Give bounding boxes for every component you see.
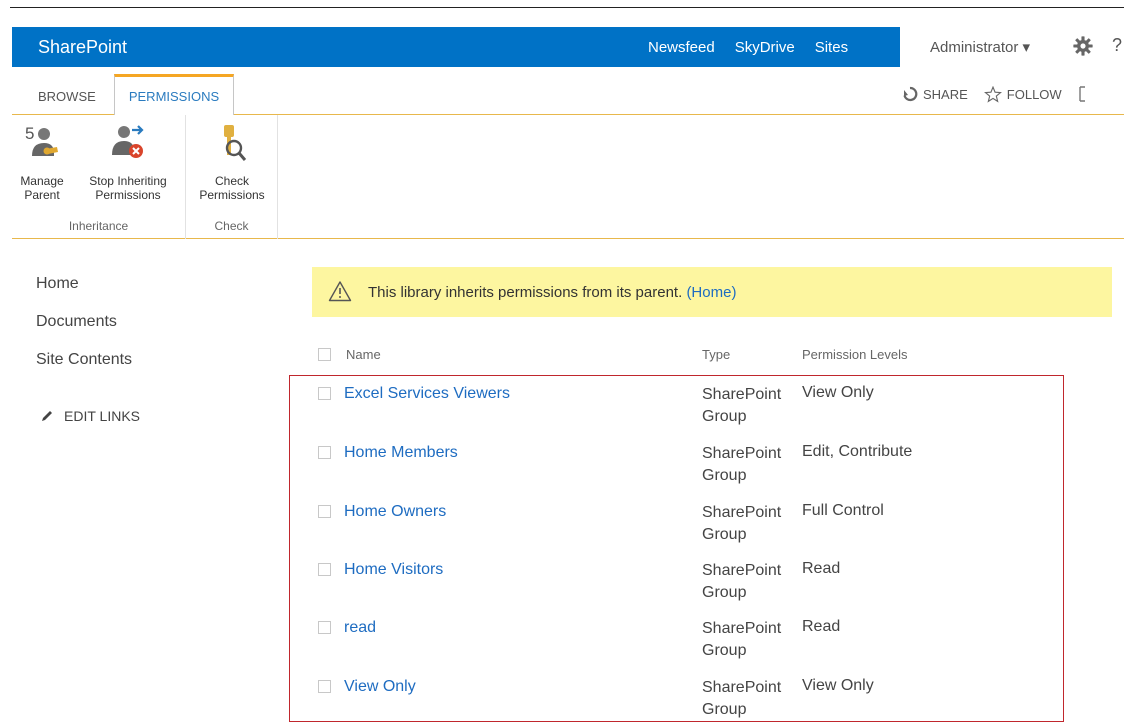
select-all-checkbox[interactable] (318, 348, 331, 361)
group-type-line2: Group (702, 526, 747, 543)
group-name-link[interactable]: read (344, 619, 376, 637)
group-name-link[interactable]: Home Owners (344, 503, 446, 521)
inheritance-warning-banner: This library inherits permissions from i… (312, 267, 1112, 317)
check-permissions-button[interactable]: Check Permissions (194, 121, 270, 202)
column-header-type[interactable]: Type (702, 347, 730, 362)
group-type-line2: Group (702, 642, 747, 659)
nav-item-home[interactable]: Home (36, 275, 132, 313)
banner-home-link[interactable]: (Home) (686, 284, 736, 301)
group-type: SharePoint Group (702, 618, 802, 662)
suite-link-skydrive[interactable]: SkyDrive (735, 39, 795, 56)
table-row: Excel Services Viewers SharePoint Group V… (0, 379, 1124, 437)
gear-icon[interactable] (1072, 35, 1094, 57)
suite-links: Newsfeed SkyDrive Sites (648, 27, 848, 67)
group-name-link[interactable]: Home Members (344, 444, 458, 462)
check-permissions-icon (224, 125, 247, 161)
group-type-line2: Group (702, 467, 747, 484)
stop-inheriting-label-1: Stop Inheriting (89, 174, 167, 188)
table-row: Home Owners SharePoint Group Full Control (0, 497, 1124, 555)
tab-permissions[interactable]: PERMISSIONS (114, 74, 234, 116)
suite-bar: SharePoint Newsfeed SkyDrive Sites Admin… (12, 27, 1124, 67)
check-permissions-label-1: Check (214, 174, 249, 188)
manage-parent-icon: 5 (25, 124, 58, 156)
follow-button[interactable]: FOLLOW (1007, 87, 1062, 102)
group-type: SharePoint Group (702, 502, 802, 546)
row-checkbox[interactable] (318, 505, 331, 518)
ribbon-group-label-check: Check (214, 219, 249, 233)
ribbon: 5 Manage Parent Stop Inheriting Permissi… (12, 115, 1124, 239)
stop-inheriting-button[interactable]: Stop Inheriting Permissions (74, 121, 182, 202)
user-area: Administrator ▾ ? (900, 27, 1124, 67)
group-type: SharePoint Group (702, 384, 802, 428)
permission-level: View Only (802, 677, 874, 694)
top-divider (10, 7, 1124, 8)
stop-inheriting-label-2: Permissions (95, 188, 161, 202)
tab-browse[interactable]: BROWSE (38, 79, 96, 115)
group-name-link[interactable]: Home Visitors (344, 561, 443, 579)
manage-parent-label-2: Parent (24, 188, 60, 202)
group-type-line1: SharePoint (702, 620, 782, 637)
group-type-line2: Group (702, 701, 747, 718)
check-permissions-label-2: Permissions (199, 188, 265, 202)
banner-message-wrap: This library inherits permissions from i… (368, 284, 736, 301)
stop-inheriting-icon (112, 125, 144, 158)
group-type: SharePoint Group (702, 560, 802, 604)
star-icon (983, 85, 1002, 103)
user-menu[interactable]: Administrator ▾ (930, 38, 1030, 56)
brand-logo[interactable]: SharePoint (38, 37, 127, 58)
ribbon-group-check: Check Permissions Check (186, 115, 278, 239)
banner-message: This library inherits permissions from i… (368, 284, 683, 301)
group-name-link[interactable]: View Only (344, 678, 416, 696)
group-name-link[interactable]: Excel Services Viewers (344, 385, 510, 403)
suite-link-sites[interactable]: Sites (815, 39, 848, 56)
suite-link-newsfeed[interactable]: Newsfeed (648, 39, 715, 56)
group-type: SharePoint Group (702, 443, 802, 487)
row-checkbox[interactable] (318, 387, 331, 400)
group-type-line2: Group (702, 408, 747, 425)
group-type-line1: SharePoint (702, 679, 782, 696)
manage-parent-button[interactable]: 5 Manage Parent (14, 121, 70, 202)
row-checkbox[interactable] (318, 621, 331, 634)
ribbon-tabs: BROWSE PERMISSIONS SHARE FOLLOW (12, 67, 1124, 116)
group-type-line1: SharePoint (702, 504, 782, 521)
ribbon-group-label-inheritance: Inheritance (68, 219, 129, 233)
svg-text:5: 5 (25, 124, 34, 143)
permission-level: Edit, Contribute (802, 443, 913, 460)
group-type-line2: Group (702, 584, 747, 601)
nav-item-documents[interactable]: Documents (36, 313, 132, 351)
share-button[interactable]: SHARE (923, 87, 968, 102)
group-type-line1: SharePoint (702, 445, 782, 462)
table-row: Home Visitors SharePoint Group Read (0, 555, 1124, 613)
warning-icon (328, 281, 352, 302)
row-checkbox[interactable] (318, 563, 331, 576)
permission-level: Full Control (802, 502, 884, 519)
permission-level: Read (802, 560, 841, 577)
row-checkbox[interactable] (318, 446, 331, 459)
row-checkbox[interactable] (318, 680, 331, 693)
column-header-name[interactable]: Name (346, 347, 381, 362)
permission-level: View Only (802, 384, 874, 401)
manage-parent-label-1: Manage (20, 174, 64, 188)
focus-icon[interactable] (1078, 85, 1092, 103)
left-navigation: Home Documents Site Contents (36, 275, 132, 389)
group-type-line1: SharePoint (702, 562, 782, 579)
permission-level: Read (802, 618, 841, 635)
help-icon[interactable]: ? (1112, 35, 1122, 56)
table-row: View Only SharePoint Group View Only (0, 672, 1124, 727)
share-icon (903, 86, 918, 102)
group-type: SharePoint Group (702, 677, 802, 721)
column-header-permission-levels[interactable]: Permission Levels (802, 347, 908, 362)
group-type-line1: SharePoint (702, 386, 782, 403)
table-row: Home Members SharePoint Group Edit, Contr… (0, 438, 1124, 496)
ribbon-group-inheritance: 5 Manage Parent Stop Inheriting Permissi… (12, 115, 186, 239)
share-follow-bar: SHARE FOLLOW (902, 85, 1092, 103)
table-row: read SharePoint Group Read (0, 613, 1124, 671)
